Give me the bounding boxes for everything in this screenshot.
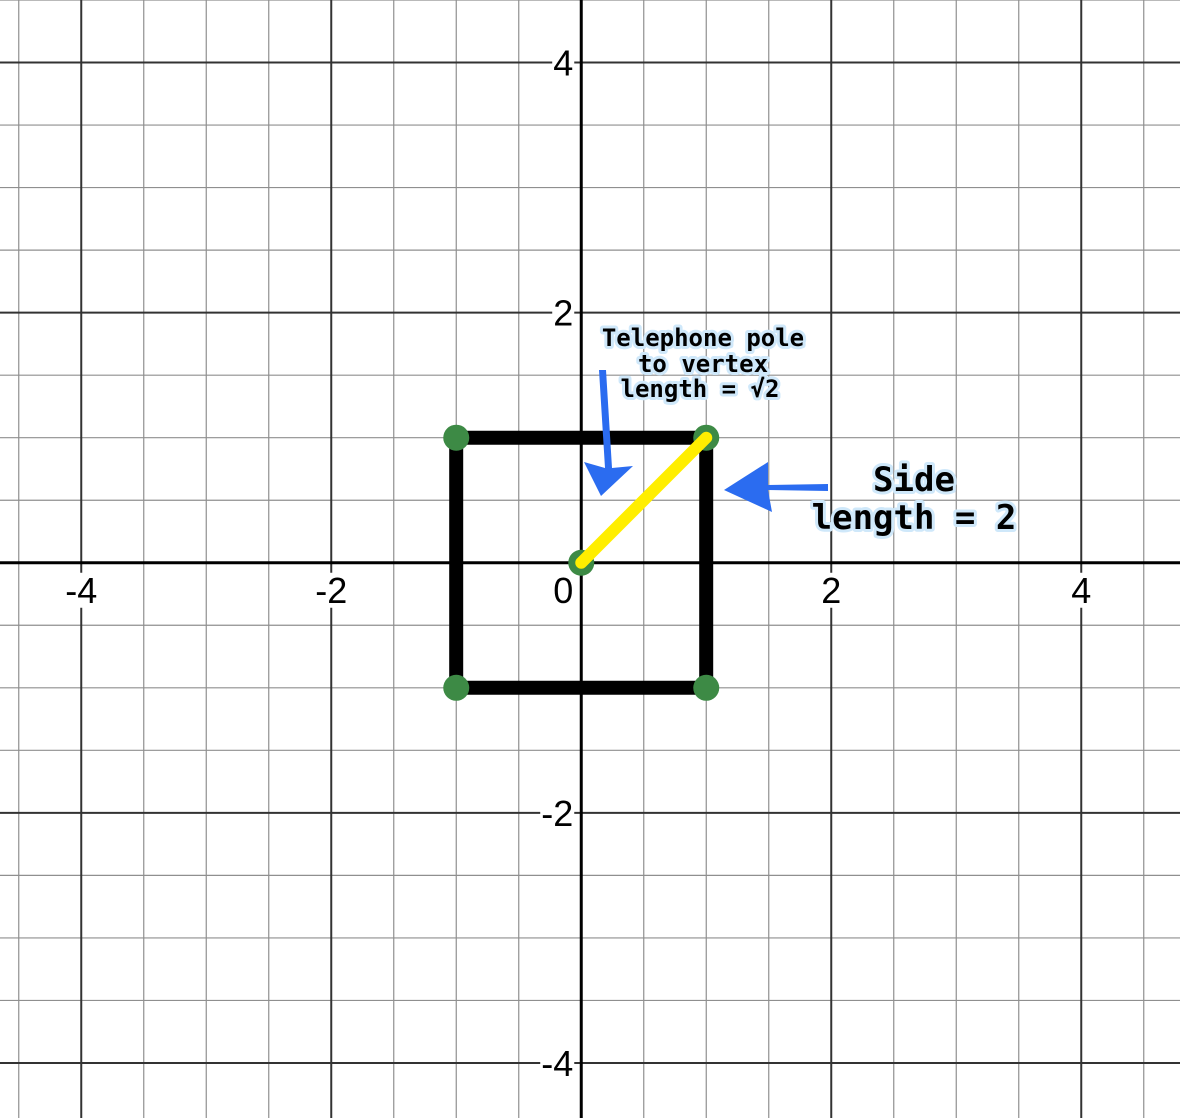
- x-tick-label: -2: [315, 570, 347, 611]
- x-tick-label: 0: [553, 570, 573, 611]
- side-label-line-2: length = 2: [812, 498, 1017, 538]
- y-tick-label: -4: [541, 1043, 573, 1084]
- pole-segment-end: [575, 548, 596, 569]
- side-length-annotation: Side length = 2: [809, 457, 1020, 541]
- y-tick-label: -2: [541, 793, 573, 834]
- x-tick-label: 4: [1071, 570, 1091, 611]
- side-label-line-1: Side: [873, 460, 955, 500]
- pole-length-annotation: Telephone pole to vertex length = √2: [599, 321, 807, 406]
- pole-label-line-3: length = √2: [621, 375, 780, 403]
- pole-label-line-1: Telephone pole: [602, 324, 804, 352]
- x-tick-label: -4: [65, 570, 97, 611]
- y-tick-label: 4: [553, 43, 573, 84]
- square-vertex-point: [443, 674, 470, 701]
- pole-label-line-2: to vertex: [638, 350, 768, 378]
- y-tick-label: 2: [553, 293, 573, 334]
- coordinate-plane: -4 -2 0 2 4 4 2 -2 -4 Telephone pole to vertex l…: [0, 0, 1180, 1118]
- x-tick-label: 2: [821, 570, 841, 611]
- square-vertex-point: [693, 674, 720, 701]
- square-vertex-point: [443, 424, 470, 451]
